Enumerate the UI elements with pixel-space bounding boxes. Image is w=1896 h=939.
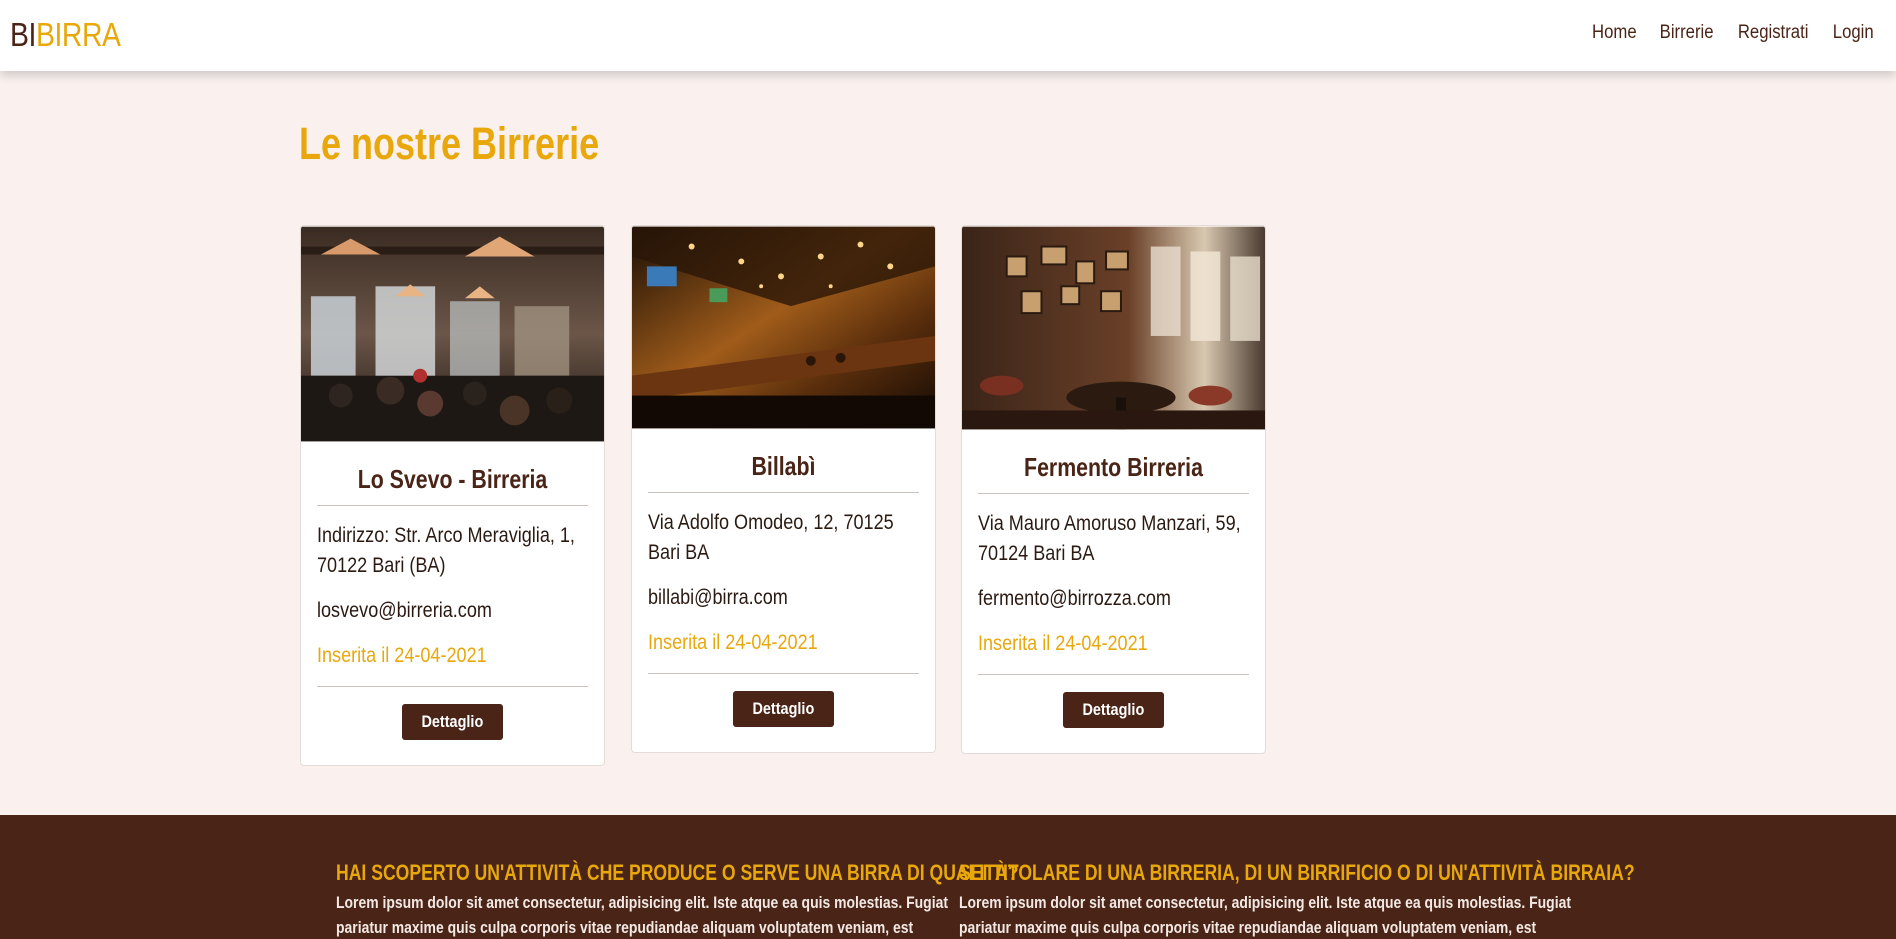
- navbar: BIBIRRA Home Birrerie Registrati Login: [0, 0, 1896, 71]
- card-email: billabi@birra.com: [648, 586, 788, 609]
- nav-login[interactable]: Login: [1832, 22, 1873, 44]
- card-address: Via Adolfo Omodeo, 12, 70125 Bari BA: [648, 511, 894, 564]
- footer-col-discover: HAI SCOPERTO UN'ATTIVITÀ CHE PRODUCE O S…: [336, 860, 1019, 939]
- footer-heading: HAI SCOPERTO UN'ATTIVITÀ CHE PRODUCE O S…: [336, 860, 1019, 885]
- brewery-photo: [301, 226, 604, 442]
- card-address: Via Mauro Amoruso Manzari, 59, 70124 Bar…: [978, 512, 1241, 565]
- card-billabi: Billabì Via Adolfo Omodeo, 12, 70125 Bar…: [631, 225, 936, 753]
- brewery-photo: [632, 226, 935, 429]
- nav-links: Home Birrerie Registrati Login: [1589, 22, 1876, 44]
- detail-button-label: Dettaglio: [421, 712, 484, 731]
- nav-home[interactable]: Home: [1592, 22, 1637, 44]
- card-email: losvevo@birreria.com: [317, 599, 492, 622]
- nav-birrerie[interactable]: Birrerie: [1660, 22, 1714, 44]
- detail-button[interactable]: Dettaglio: [733, 691, 834, 727]
- footer-text: Lorem ipsum dolor sit amet consectetur, …: [336, 893, 948, 937]
- card-email: fermento@birrozza.com: [978, 587, 1171, 610]
- card-address: Indirizzo: Str. Arco Meraviglia, 1, 7012…: [317, 524, 575, 577]
- footer: HAI SCOPERTO UN'ATTIVITÀ CHE PRODUCE O S…: [0, 815, 1896, 939]
- card-title: Lo Svevo - Birreria: [357, 464, 548, 494]
- card-title: Fermento Birreria: [1024, 452, 1203, 482]
- detail-button-label: Dettaglio: [752, 699, 815, 718]
- card-title: Billabì: [751, 451, 816, 481]
- footer-col-owner: SEI TITOLARE DI UNA BIRRERIA, DI UN BIRR…: [959, 860, 1635, 939]
- detail-button-label: Dettaglio: [1082, 700, 1145, 719]
- card-fermento: Fermento Birreria Via Mauro Amoruso Manz…: [961, 225, 1266, 754]
- brand-logo[interactable]: BIBIRRA: [10, 16, 121, 54]
- card-date: Inserita il 24-04-2021: [978, 632, 1148, 655]
- brand-part2: BIRRA: [35, 16, 121, 53]
- card-lo-svevo: Lo Svevo - Birreria Indirizzo: Str. Arco…: [300, 225, 605, 766]
- footer-heading: SEI TITOLARE DI UNA BIRRERIA, DI UN BIRR…: [959, 860, 1635, 885]
- detail-button[interactable]: Dettaglio: [402, 704, 503, 740]
- card-date: Inserita il 24-04-2021: [648, 631, 818, 654]
- page-title: Le nostre Birrerie: [299, 118, 600, 169]
- card-date: Inserita il 24-04-2021: [317, 644, 487, 667]
- detail-button[interactable]: Dettaglio: [1063, 692, 1164, 728]
- brewery-photo: [962, 226, 1265, 430]
- nav-registrati[interactable]: Registrati: [1738, 22, 1809, 44]
- brand-part1: BI: [10, 16, 36, 53]
- footer-text: Lorem ipsum dolor sit amet consectetur, …: [959, 893, 1571, 937]
